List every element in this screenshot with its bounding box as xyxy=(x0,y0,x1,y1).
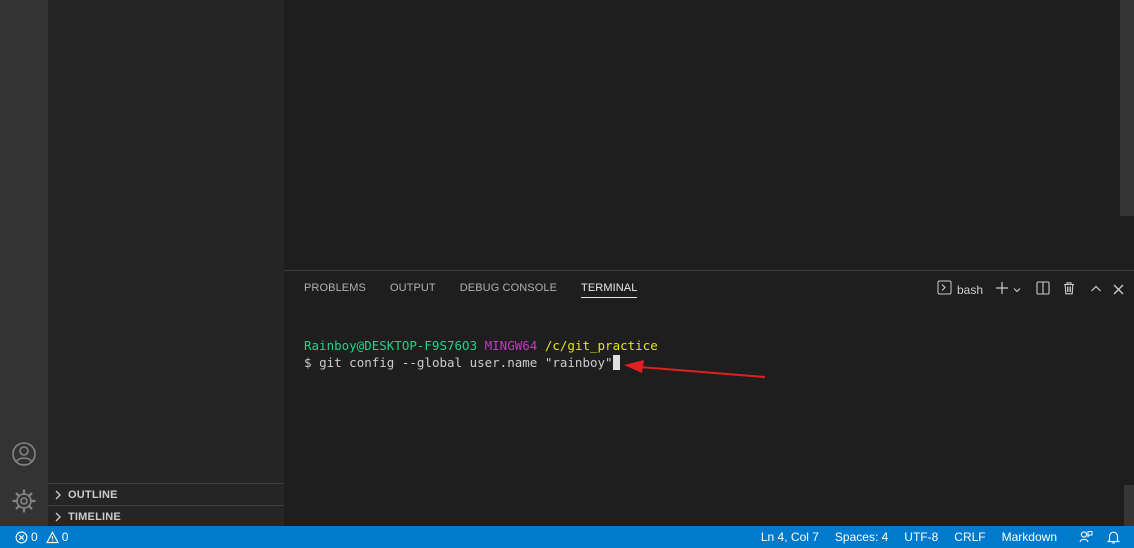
new-terminal-button[interactable] xyxy=(995,280,1009,299)
split-icon xyxy=(1036,280,1050,299)
status-bar: 0 0 Ln 4, Col 7 Spaces: 4 UTF-8 CRLF Mar… xyxy=(0,526,1134,548)
terminal-icon xyxy=(937,280,952,299)
language-mode[interactable]: Markdown xyxy=(1002,530,1057,544)
accounts-icon[interactable] xyxy=(8,438,40,470)
prompt-path: /c/git_practice xyxy=(544,338,658,353)
problems-status[interactable]: 0 0 xyxy=(15,526,68,548)
maximize-panel-button[interactable] xyxy=(1090,280,1102,299)
chevron-right-icon xyxy=(48,512,68,522)
tab-output[interactable]: OUTPUT xyxy=(390,282,436,298)
trash-icon xyxy=(1062,280,1076,299)
panel-actions: bash xyxy=(928,280,1124,299)
feedback-icon[interactable] xyxy=(1079,530,1093,544)
manage-gear-icon[interactable] xyxy=(8,485,40,517)
plus-icon xyxy=(995,280,1009,299)
outline-label: OUTLINE xyxy=(68,488,118,501)
warning-icon xyxy=(45,530,59,544)
chevron-right-icon xyxy=(48,490,68,500)
tab-problems[interactable]: PROBLEMS xyxy=(304,282,366,298)
cursor-position[interactable]: Ln 4, Col 7 xyxy=(761,530,819,544)
terminal-selector[interactable]: bash xyxy=(937,280,983,299)
chevron-up-icon xyxy=(1090,280,1102,299)
shell-name: bash xyxy=(956,282,983,297)
end-of-line[interactable]: CRLF xyxy=(954,530,985,544)
panel-scrollbar[interactable] xyxy=(1124,485,1134,527)
activity-bar xyxy=(0,0,48,526)
timeline-section-header[interactable]: TIMELINE xyxy=(48,505,284,527)
terminal-cursor xyxy=(612,355,620,370)
terminal-prompt-line: Rainboy@DESKTOP-F9S76O3 MINGW64 /c/git_p… xyxy=(304,337,658,354)
warning-count: 0 xyxy=(61,530,69,544)
kill-terminal-button[interactable] xyxy=(1062,280,1076,299)
tab-terminal[interactable]: TERMINAL xyxy=(581,282,638,298)
file-encoding[interactable]: UTF-8 xyxy=(904,530,938,544)
prompt-env: MINGW64 xyxy=(484,338,538,353)
close-panel-button[interactable] xyxy=(1113,280,1124,299)
tab-debug-console[interactable]: DEBUG CONSOLE xyxy=(460,282,557,298)
editor-scrollbar[interactable] xyxy=(1120,0,1134,216)
timeline-label: TIMELINE xyxy=(68,510,121,523)
outline-section-header[interactable]: OUTLINE xyxy=(48,483,284,505)
launch-profile-dropdown[interactable] xyxy=(1012,280,1022,299)
split-terminal-button[interactable] xyxy=(1036,280,1050,299)
prompt-user-host: Rainboy@DESKTOP-F9S76O3 xyxy=(304,338,478,353)
error-icon xyxy=(15,531,28,544)
status-right: Ln 4, Col 7 Spaces: 4 UTF-8 CRLF Markdow… xyxy=(745,526,1120,548)
terminal-output[interactable]: Rainboy@DESKTOP-F9S76O3 MINGW64 /c/git_p… xyxy=(304,337,658,371)
annotation-arrow xyxy=(624,360,766,378)
prompt-symbol: $ xyxy=(304,355,312,370)
terminal-command: git config --global user.name "rainboy" xyxy=(319,355,613,370)
terminal-command-line: $ git config --global user.name "rainboy… xyxy=(304,354,658,371)
notifications-bell-icon[interactable] xyxy=(1107,530,1120,544)
sidebar: OUTLINE TIMELINE xyxy=(48,0,284,526)
indentation-setting[interactable]: Spaces: 4 xyxy=(835,530,888,544)
close-icon xyxy=(1113,280,1124,299)
terminal-panel: PROBLEMS OUTPUT DEBUG CONSOLE TERMINAL b… xyxy=(284,270,1134,527)
panel-tabs: PROBLEMS OUTPUT DEBUG CONSOLE TERMINAL xyxy=(304,282,661,298)
error-count: 0 xyxy=(31,530,38,544)
editor-area[interactable] xyxy=(284,0,1134,270)
chevron-down-icon xyxy=(1012,280,1022,299)
